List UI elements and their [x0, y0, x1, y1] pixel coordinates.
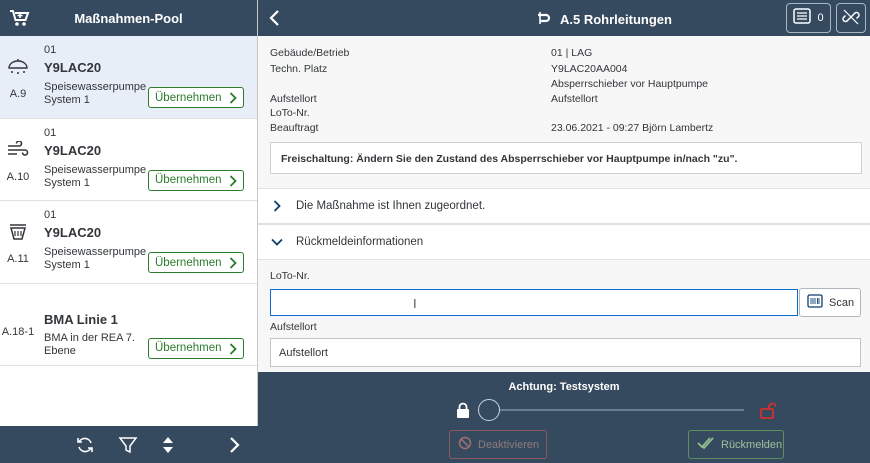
- item-description: BMA in der REA 7. Ebene: [44, 331, 136, 357]
- pool-header: Maßnahmen-Pool: [0, 0, 257, 36]
- scan-button[interactable]: Scan: [799, 288, 861, 317]
- tech-place-description: Absperrschieber vor Hauptpumpe: [551, 78, 708, 90]
- isolation-notice: Freischaltung: Ändern Sie den Zustand de…: [270, 142, 862, 174]
- cloud-snow-icon: [6, 58, 30, 76]
- text-cursor-icon: I: [413, 296, 417, 311]
- take-over-button[interactable]: Übernehmen: [148, 87, 244, 108]
- location-field[interactable]: Aufstellort: [270, 338, 861, 367]
- loto-field-label: LoTo-Nr.: [270, 270, 310, 282]
- notes-counter: 0: [817, 12, 824, 24]
- take-over-button[interactable]: Übernehmen: [148, 169, 244, 191]
- tech-place-value: Y9LAC20AA004: [551, 63, 628, 75]
- take-over-label: Übernehmen: [155, 174, 222, 186]
- refresh-icon[interactable]: [75, 435, 95, 458]
- item-name: BMA Linie 1: [44, 311, 118, 327]
- notes-button[interactable]: 0: [786, 3, 831, 33]
- take-over-button[interactable]: Übernehmen: [148, 252, 244, 273]
- item-code: A.18-1: [1, 325, 35, 338]
- filter-icon[interactable]: [118, 435, 138, 458]
- item-code: A.11: [7, 253, 29, 265]
- item-description: Speisewasserpumpe System 1: [44, 81, 147, 106]
- pool-title: Maßnahmen-Pool: [74, 10, 183, 26]
- lock-closed-icon: [456, 402, 470, 422]
- location-value: Aufstellort: [551, 93, 598, 105]
- detail-title: A.5 Rohrleitungen: [536, 10, 672, 29]
- pipeline-icon: [536, 10, 552, 29]
- action-bar: Achtung: Testsystem Deaktivieren Rückmel…: [258, 372, 870, 463]
- sort-icon[interactable]: [161, 435, 175, 458]
- item-level: 01: [44, 44, 57, 56]
- chevron-down-icon: [258, 238, 296, 246]
- chevron-right-icon[interactable]: [229, 435, 241, 458]
- release-slider-track[interactable]: [490, 409, 744, 411]
- wind-icon: [6, 139, 30, 159]
- take-over-button[interactable]: Übernehmen: [148, 337, 244, 359]
- chevron-right-icon: [229, 92, 237, 107]
- tech-place-label: Techn. Platz: [270, 63, 328, 75]
- item-level: 01: [44, 209, 57, 221]
- feedback-form: LoTo-Nr. I Scan Aufstellort Aufstellort: [258, 260, 870, 372]
- building-label: Gebäude/Betrieb: [270, 47, 350, 59]
- assignment-panel[interactable]: Die Maßnahme ist Ihnen zugeordnet.: [258, 188, 870, 224]
- test-system-warning: Achtung: Testsystem: [508, 381, 620, 393]
- location-label: Aufstellort: [270, 93, 317, 105]
- release-slider-knob[interactable]: [478, 399, 500, 421]
- take-over-label: Übernehmen: [155, 256, 222, 269]
- item-code: A.9: [9, 88, 27, 100]
- deactivate-label: Deaktivieren: [478, 438, 540, 451]
- list-item[interactable]: BMA Linie 1 BMA in der REA 7. Ebene A.18…: [0, 283, 257, 366]
- feedback-panel-label: Rückmeldeinformationen: [296, 236, 424, 248]
- report-back-label: Rückmelden: [721, 438, 783, 451]
- deactivate-button[interactable]: Deaktivieren: [449, 430, 547, 459]
- item-level: 01: [44, 126, 57, 139]
- item-name: Y9LAC20: [44, 142, 102, 158]
- item-description: Speisewasserpumpe System 1: [44, 246, 147, 271]
- detail-header: A.5 Rohrleitungen 0: [258, 0, 870, 36]
- measure-details: Gebäude/Betrieb 01 | LAG Techn. Platz Y9…: [258, 36, 870, 188]
- detail-title-text: A.5 Rohrleitungen: [560, 12, 672, 27]
- scan-label: Scan: [829, 296, 855, 309]
- assignment-panel-label: Die Maßnahme ist Ihnen zugeordnet.: [296, 200, 486, 212]
- location-field-label: Aufstellort: [270, 321, 317, 333]
- assigned-label: Beauftragt: [270, 122, 319, 134]
- item-name: Y9LAC20: [44, 60, 102, 75]
- cart-icon[interactable]: [0, 9, 40, 27]
- forbidden-icon: [458, 436, 472, 453]
- take-over-label: Übernehmen: [155, 91, 222, 104]
- connection-button[interactable]: [836, 3, 866, 33]
- item-name: Y9LAC20: [44, 225, 102, 240]
- chevron-right-icon: [229, 174, 237, 190]
- assigned-value: 23.06.2021 - 09:27 Björn Lambertz: [551, 122, 714, 134]
- link-off-icon: [842, 8, 860, 29]
- filter-cup-icon: [6, 223, 30, 241]
- list-item[interactable]: 01 Y9LAC20 Speisewasserpumpe System 1 A.…: [0, 118, 257, 201]
- chevron-right-icon: [229, 342, 237, 358]
- double-check-icon: [697, 436, 715, 453]
- take-over-label: Übernehmen: [155, 342, 222, 354]
- item-description: Speisewasserpumpe System 1: [44, 163, 147, 189]
- list-item[interactable]: 01 Y9LAC20 Speisewasserpumpe System 1 A.…: [0, 201, 257, 284]
- loto-label: LoTo-Nr.: [270, 107, 310, 119]
- report-back-button[interactable]: Rückmelden: [688, 430, 784, 459]
- item-code: A.10: [6, 170, 30, 183]
- back-icon[interactable]: [268, 8, 280, 31]
- building-value: 01 | LAG: [551, 47, 593, 59]
- list-item[interactable]: 01 Y9LAC20 Speisewasserpumpe System 1 A.…: [0, 36, 257, 119]
- pool-footer-toolbar: [0, 426, 258, 463]
- lock-open-icon: [760, 402, 777, 422]
- measure-detail-panel: A.5 Rohrleitungen 0 Gebäude/Betrieb 01 |…: [258, 0, 870, 463]
- loto-input[interactable]: I: [270, 289, 798, 316]
- barcode-icon: [807, 294, 823, 311]
- feedback-panel-header[interactable]: Rückmeldeinformationen: [258, 224, 870, 260]
- chevron-right-icon: [258, 200, 296, 212]
- list-icon: [793, 7, 812, 29]
- chevron-right-icon: [229, 257, 237, 272]
- measures-pool-panel: Maßnahmen-Pool 01 Y9LAC20 Speisewasserpu…: [0, 0, 258, 463]
